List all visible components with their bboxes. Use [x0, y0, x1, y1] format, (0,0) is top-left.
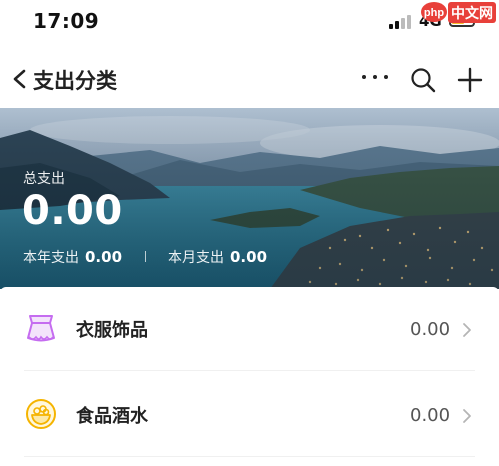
row-divider — [24, 456, 475, 457]
total-expense-value: 0.00 — [22, 188, 123, 234]
summary-banner: 总支出 0.00 本年支出 0.00 本月支出 0.00 — [0, 108, 499, 289]
chevron-left-icon[interactable] — [10, 68, 30, 90]
svg-text:中文网: 中文网 — [451, 5, 493, 22]
search-icon[interactable] — [410, 67, 436, 93]
status-time: 17:09 — [33, 9, 100, 33]
watermark-logo: php 中文网 — [421, 2, 496, 23]
nav-bar: 支出分类 — [0, 50, 499, 108]
month-expense: 本月支出 0.00 — [168, 247, 267, 267]
chevron-right-icon — [463, 409, 471, 423]
category-amount: 0.00 — [410, 319, 451, 340]
month-expense-label: 本月支出 — [168, 250, 224, 266]
year-expense: 本年支出 0.00 — [23, 247, 122, 267]
year-expense-value: 0.00 — [85, 248, 123, 266]
category-row-clothing[interactable]: 衣服饰品 0.00 — [0, 287, 499, 371]
chevron-right-icon — [463, 323, 471, 337]
category-list: 衣服饰品 0.00 食品酒水 0.00 — [0, 287, 499, 466]
divider — [145, 251, 146, 262]
category-amount: 0.00 — [410, 405, 451, 426]
more-horizontal-icon[interactable] — [360, 72, 390, 82]
category-label: 食品酒水 — [76, 406, 148, 427]
category-row-food[interactable]: 食品酒水 0.00 — [0, 373, 499, 457]
plus-icon[interactable] — [457, 67, 483, 93]
clothing-icon — [27, 315, 55, 342]
category-label: 衣服饰品 — [76, 320, 148, 341]
total-expense-label: 总支出 — [23, 171, 65, 187]
signal-strength-icon — [389, 14, 415, 29]
year-expense-label: 本年支出 — [23, 250, 79, 266]
food-bowl-icon — [26, 399, 56, 429]
svg-text:php: php — [424, 7, 444, 19]
status-bar: 17:09 4G php 中文网 — [0, 0, 499, 44]
row-divider — [24, 370, 475, 371]
page-title: 支出分类 — [33, 69, 117, 93]
month-expense-value: 0.00 — [230, 248, 268, 266]
